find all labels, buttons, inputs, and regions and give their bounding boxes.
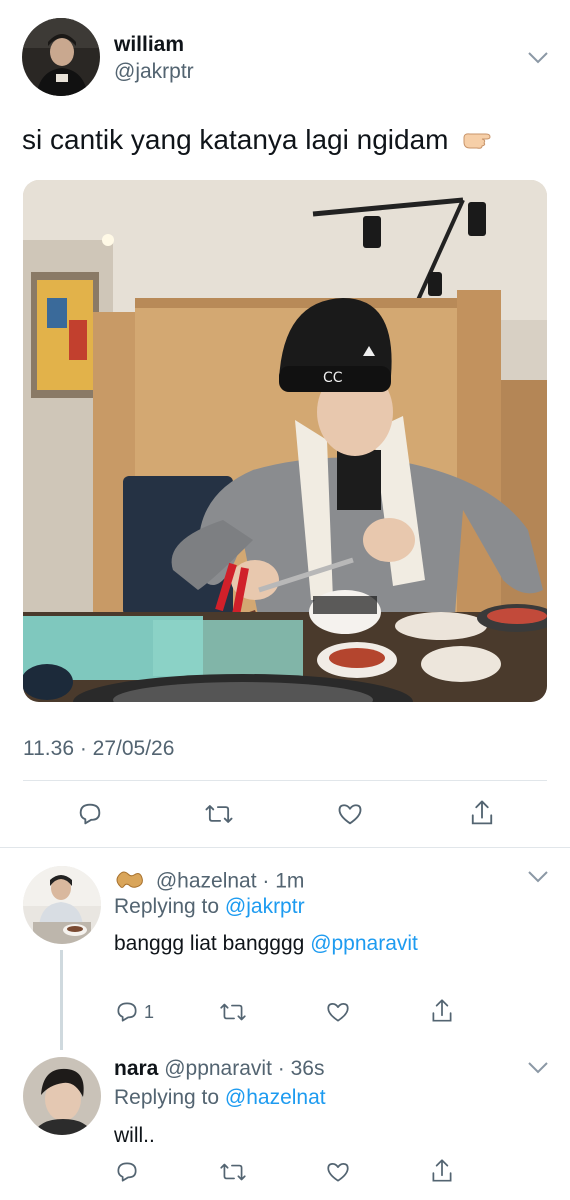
divider [0,847,570,848]
share-icon [468,798,496,828]
reply-avatar[interactable] [23,866,101,944]
divider [23,780,547,781]
like-icon [325,999,351,1025]
tweet-text-content: si cantik yang katanya lagi ngidam [22,124,449,155]
chevron-down-icon[interactable] [527,51,549,65]
retweet-button[interactable] [203,800,235,828]
replying-to: Replying to @jakrptr [114,895,305,919]
reply-icon [114,999,140,1025]
svg-text:CC: CC [323,370,343,386]
like-button[interactable] [325,1159,351,1185]
reply-count: 1 [144,1001,155,1022]
author-handle[interactable]: @jakrptr [114,60,194,84]
replying-label: Replying to [114,895,220,918]
reply-handle[interactable]: @hazelnat [156,870,257,893]
peanut-icon [114,866,144,898]
like-button[interactable] [336,800,364,828]
reply-handle[interactable]: @ppnaravit [164,1057,272,1080]
retweet-icon [218,1159,248,1185]
like-icon [336,800,364,828]
reply-text: will.. [114,1124,155,1147]
retweet-button[interactable] [218,1159,248,1185]
reply-text: banggg liat bangggg @ppnaravit [114,932,418,956]
share-button[interactable] [468,798,496,828]
thread-line [60,950,63,1050]
replying-to: Replying to @hazelnat [114,1086,326,1110]
share-button[interactable] [429,997,455,1025]
share-icon [429,1157,455,1185]
mention-link[interactable]: @ppnaravit [310,932,418,955]
reply-header: nara @ppnaravit · 36s [114,1057,325,1080]
retweet-button[interactable] [218,999,248,1025]
share-button[interactable] [429,1157,455,1185]
author-avatar[interactable] [22,18,100,96]
replying-to-link[interactable]: @jakrptr [225,895,305,918]
share-icon [429,997,455,1025]
reply-time[interactable]: 1m [275,870,304,893]
reply-button[interactable] [76,800,104,828]
chevron-down-icon[interactable] [527,1061,549,1075]
replying-label: Replying to [114,1086,220,1109]
author-name[interactable]: william [114,33,184,57]
tweet-timestamp[interactable]: 11.36 · 27/05/26 [23,737,174,761]
retweet-icon [218,999,248,1025]
reply-avatar[interactable] [23,1057,101,1135]
reply-button[interactable] [114,1159,140,1185]
reply-header: @hazelnat · 1m [114,866,304,898]
chevron-down-icon[interactable] [527,870,549,884]
like-button[interactable] [325,999,351,1025]
tweet-photo[interactable]: CC [23,180,547,702]
reply-text-content: banggg liat bangggg [114,932,305,955]
reply-icon [76,800,104,828]
reply-button[interactable]: 1 [114,999,154,1025]
reply-time[interactable]: 36s [291,1057,325,1080]
replying-to-link[interactable]: @hazelnat [225,1086,326,1109]
like-icon [325,1159,351,1185]
reply-icon [114,1159,140,1185]
retweet-icon [203,800,235,828]
reply-name[interactable]: nara [114,1057,158,1080]
tweet-text: si cantik yang katanya lagi ngidam [22,124,496,158]
pointing-hand-icon [462,126,496,158]
